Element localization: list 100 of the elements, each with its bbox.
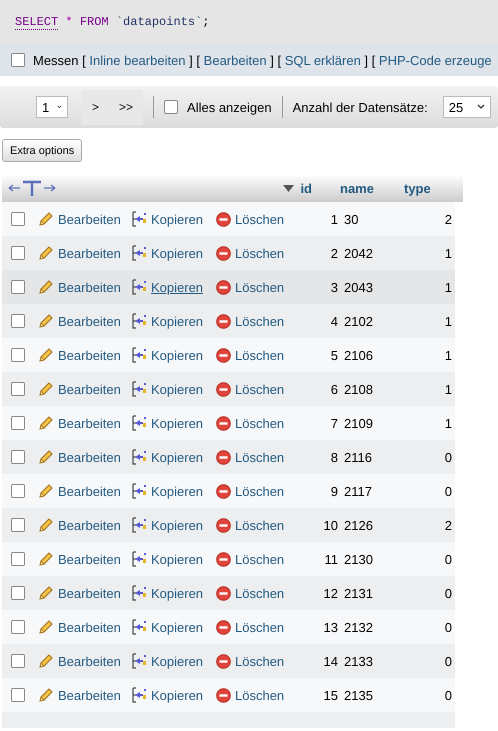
checkbox[interactable] xyxy=(11,620,25,634)
table-row[interactable]: Bearbeiten Kopieren Löschen 12 2131 0 xyxy=(2,576,455,610)
extra-options-button[interactable]: Extra options xyxy=(2,139,82,162)
edit-link[interactable]: Bearbeiten xyxy=(38,279,121,295)
table-row[interactable]: Bearbeiten Kopieren Löschen 1 30 2 xyxy=(2,202,455,236)
table-row[interactable]: Bearbeiten Kopieren Löschen 13 2132 0 xyxy=(2,610,455,644)
copy-link[interactable]: Kopieren xyxy=(132,313,204,329)
delete-link[interactable]: Löschen xyxy=(216,688,284,702)
column-header[interactable]: type xyxy=(404,180,431,196)
copy-link[interactable]: Kopieren xyxy=(132,381,204,397)
delete-link[interactable]: Löschen xyxy=(216,620,284,634)
action-link[interactable]: SQL erklären xyxy=(284,52,361,68)
delete-link[interactable]: Löschen xyxy=(216,586,284,600)
checkbox[interactable] xyxy=(11,280,25,294)
copy-link[interactable]: Kopieren xyxy=(132,279,204,295)
checkbox[interactable] xyxy=(11,450,25,464)
table-row[interactable]: Bearbeiten Kopieren Löschen 10 2126 2 xyxy=(2,508,455,542)
dropdown[interactable]: 25 xyxy=(442,96,491,118)
edit-link[interactable]: Bearbeiten xyxy=(38,687,121,703)
edit-link[interactable]: Bearbeiten xyxy=(38,551,121,567)
delete-link[interactable]: Löschen xyxy=(216,314,284,328)
table-row[interactable]: Bearbeiten Kopieren Löschen 7 2109 1 xyxy=(2,406,455,440)
action-link[interactable]: Bearbeiten xyxy=(204,52,267,68)
action-link[interactable]: PHP-Code erzeuge xyxy=(378,52,492,68)
delete-link[interactable]: Löschen xyxy=(216,552,284,566)
edit-link[interactable]: Bearbeiten xyxy=(38,653,121,669)
table-row[interactable]: Bearbeiten Kopieren Löschen 11 2130 0 xyxy=(2,542,455,576)
bracket: [ xyxy=(277,52,282,68)
checkbox[interactable] xyxy=(11,586,25,600)
table-row[interactable]: Bearbeiten Kopieren Löschen 15 2135 0 xyxy=(2,678,455,712)
delete-link[interactable]: Löschen xyxy=(216,382,284,396)
dropdown[interactable]: 1 xyxy=(36,96,68,118)
checkbox[interactable] xyxy=(11,314,25,328)
delete-link[interactable]: Löschen xyxy=(216,280,284,294)
table-cell: 0 xyxy=(444,450,452,464)
table-row[interactable]: Bearbeiten Kopieren Löschen 6 2108 1 xyxy=(2,372,455,406)
checkbox[interactable] xyxy=(11,212,25,226)
delete-icon xyxy=(216,586,231,600)
checkbox[interactable] xyxy=(11,416,25,430)
checkbox[interactable] xyxy=(11,552,25,566)
table-cell: 1 xyxy=(444,348,452,362)
delete-link[interactable]: Löschen xyxy=(216,212,284,226)
delete-link[interactable]: Löschen xyxy=(216,416,284,430)
copy-link[interactable]: Kopieren xyxy=(132,619,204,635)
edit-link[interactable]: Bearbeiten xyxy=(38,381,121,397)
copy-link[interactable]: Kopieren xyxy=(132,211,204,227)
edit-link[interactable]: Bearbeiten xyxy=(38,415,121,431)
checkbox[interactable] xyxy=(11,382,25,396)
checkbox[interactable] xyxy=(11,348,25,362)
table-row[interactable]: Bearbeiten Kopieren Löschen 14 2133 0 xyxy=(2,644,455,678)
copy-link[interactable]: Kopieren xyxy=(132,585,204,601)
checkbox[interactable] xyxy=(11,53,25,67)
checkbox[interactable] xyxy=(164,100,178,114)
copy-link[interactable]: Kopieren xyxy=(132,483,204,499)
edit-link[interactable]: Bearbeiten xyxy=(38,347,121,363)
column-header[interactable]: id xyxy=(300,180,312,196)
last-button[interactable]: >> xyxy=(109,90,144,124)
edit-link[interactable]: Bearbeiten xyxy=(38,211,121,227)
edit-link[interactable]: Bearbeiten xyxy=(38,483,121,499)
edit-link[interactable]: Bearbeiten xyxy=(38,449,121,465)
checkbox[interactable] xyxy=(11,688,25,702)
copy-link[interactable]: Kopieren xyxy=(132,551,204,567)
table-row[interactable]: Bearbeiten Kopieren Löschen 9 2117 0 xyxy=(2,474,455,508)
copy-link[interactable]: Kopieren xyxy=(132,415,204,431)
column-resize-icon[interactable] xyxy=(8,180,56,196)
edit-link[interactable]: Bearbeiten xyxy=(38,245,121,261)
table-row[interactable]: Bearbeiten Kopieren Löschen 2 2042 1 xyxy=(2,236,455,270)
copy-link[interactable]: Kopieren xyxy=(132,347,204,363)
copy-link[interactable]: Kopieren xyxy=(132,245,204,261)
delete-icon xyxy=(216,688,231,702)
checkbox[interactable] xyxy=(11,518,25,532)
edit-link[interactable]: Bearbeiten xyxy=(38,517,121,533)
edit-link[interactable]: Bearbeiten xyxy=(38,585,121,601)
caret-icon xyxy=(476,104,485,110)
copy-link[interactable]: Kopieren xyxy=(132,653,204,669)
checkbox[interactable] xyxy=(11,246,25,260)
table-cell: 1 xyxy=(444,280,452,294)
delete-link[interactable]: Löschen xyxy=(216,484,284,498)
delete-link[interactable]: Löschen xyxy=(216,518,284,532)
checkbox[interactable] xyxy=(11,654,25,668)
delete-link[interactable]: Löschen xyxy=(216,654,284,668)
copy-link[interactable]: Kopieren xyxy=(132,687,204,703)
checkbox[interactable] xyxy=(11,484,25,498)
table-cell: 0 xyxy=(444,552,452,566)
copy-icon xyxy=(132,585,147,601)
copy-link[interactable]: Kopieren xyxy=(132,517,204,533)
table-row[interactable]: Bearbeiten Kopieren Löschen 5 2106 1 xyxy=(2,338,455,372)
delete-link[interactable]: Löschen xyxy=(216,348,284,362)
delete-link[interactable]: Löschen xyxy=(216,450,284,464)
table-row[interactable]: Bearbeiten Kopieren Löschen 3 2043 1 xyxy=(2,270,455,304)
column-header[interactable]: name xyxy=(340,180,374,196)
edit-link[interactable]: Bearbeiten xyxy=(38,619,121,635)
rows-label: Anzahl der Datensätze: xyxy=(292,100,428,114)
edit-link[interactable]: Bearbeiten xyxy=(38,313,121,329)
next-button[interactable]: > xyxy=(82,90,110,124)
action-link[interactable]: Inline bearbeiten xyxy=(89,52,186,68)
table-row[interactable]: Bearbeiten Kopieren Löschen 8 2116 0 xyxy=(2,440,455,474)
copy-link[interactable]: Kopieren xyxy=(132,449,204,465)
delete-link[interactable]: Löschen xyxy=(216,246,284,260)
table-row[interactable]: Bearbeiten Kopieren Löschen 4 2102 1 xyxy=(2,304,455,338)
